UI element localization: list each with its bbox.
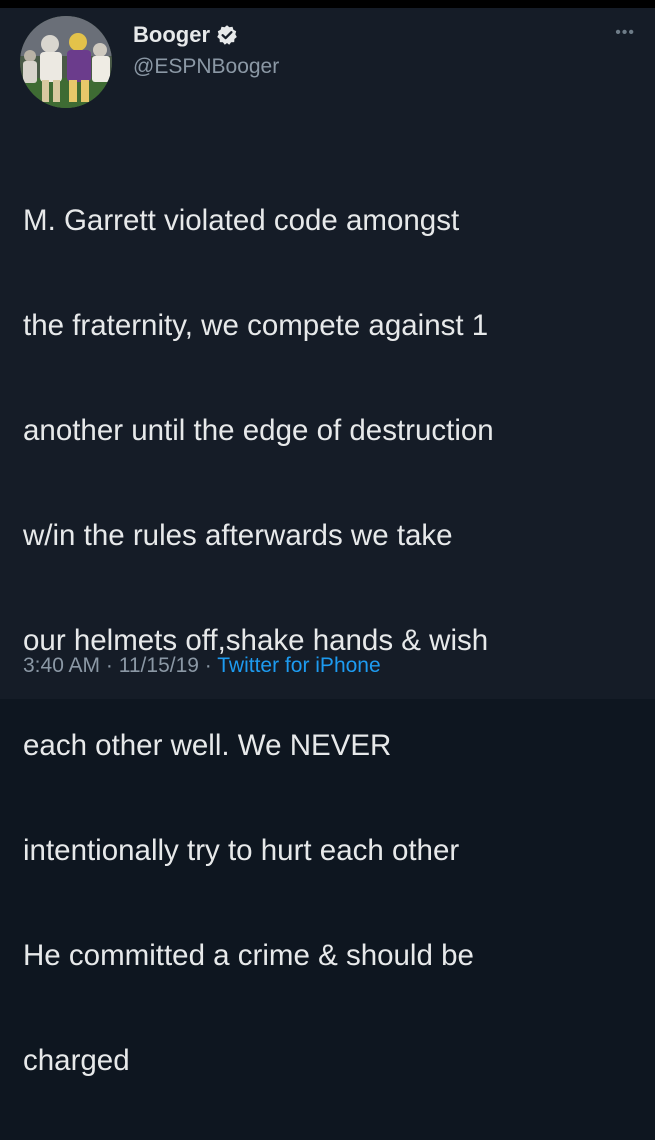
tweet-text-line: the fraternity, we compete against 1 <box>23 308 489 342</box>
tweet-text-line: intentionally try to hurt each other <box>23 833 460 867</box>
author-handle[interactable]: @ESPNBooger <box>133 54 279 80</box>
tweet-text-line: charged <box>23 1043 130 1077</box>
tweet-text-line: He committed a crime & should be <box>23 938 474 972</box>
more-dots-icon[interactable]: ••• <box>615 25 635 41</box>
avatar[interactable] <box>20 16 112 108</box>
tweet-text: M. Garrett violated code amongst the fra… <box>23 142 648 1140</box>
tweet-text-line: each other well. We NEVER <box>23 728 392 762</box>
tweet-source-link[interactable]: Twitter for iPhone <box>217 654 380 677</box>
profile-photo-icon <box>20 16 112 108</box>
author-name-row[interactable]: Booger <box>133 22 238 48</box>
tweet-card: Booger @ESPNBooger ••• M. Garrett violat… <box>0 8 655 1077</box>
tweet-date[interactable]: 11/15/19 <box>119 654 199 677</box>
tweet-text-line: w/in the rules afterwards we take <box>23 518 453 552</box>
tweet-text-line: another until the edge of destruction <box>23 413 494 447</box>
author-display-name[interactable]: Booger <box>133 22 210 48</box>
meta-separator: · <box>204 654 212 677</box>
top-strip <box>0 0 655 8</box>
meta-separator: · <box>105 654 113 677</box>
tweet-time[interactable]: 3:40 AM <box>23 654 100 677</box>
tweet-text-line: M. Garrett violated code amongst <box>23 203 460 237</box>
verified-badge-icon <box>216 24 238 46</box>
tweet-meta: 3:40 AM · 11/15/19 · Twitter for iPhone <box>23 653 381 679</box>
